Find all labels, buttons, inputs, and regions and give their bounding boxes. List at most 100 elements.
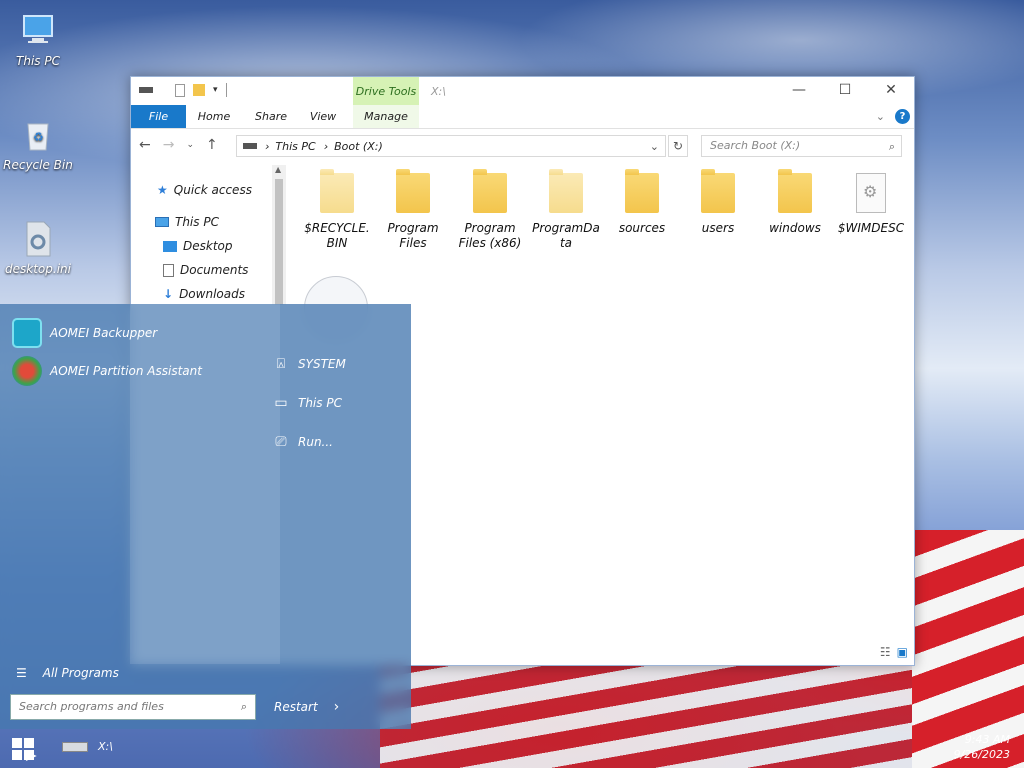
nav-item-desktop[interactable]: Desktop bbox=[163, 239, 233, 253]
start-search-input[interactable]: Search programs and files ⌕ bbox=[10, 694, 256, 720]
start-item-this-pc[interactable]: ▭ This PC bbox=[272, 395, 342, 411]
monitor-icon bbox=[155, 217, 169, 227]
program-label: AOMEI Backupper bbox=[50, 326, 158, 340]
nav-item-this-pc[interactable]: This PC bbox=[155, 215, 219, 229]
clock-time: 9:43 AM bbox=[964, 733, 1010, 746]
desktop-icon-label: Recycle Bin bbox=[3, 158, 73, 172]
file-item[interactable]: windows bbox=[759, 169, 831, 236]
quick-access-toolbar: ▾ bbox=[139, 83, 227, 97]
file-item[interactable]: sources bbox=[606, 169, 678, 236]
file-label: ProgramDa ta bbox=[532, 221, 600, 250]
tab-view[interactable]: View bbox=[303, 105, 343, 128]
drive-icon[interactable] bbox=[139, 87, 153, 93]
breadcrumb-this-pc[interactable]: This PC bbox=[275, 140, 315, 153]
restart-button[interactable]: Restart › bbox=[274, 699, 339, 715]
large-icons-view-icon[interactable]: ▣ bbox=[897, 645, 908, 659]
recycle-bin-icon: ♻ bbox=[27, 123, 49, 151]
star-icon: ★ bbox=[157, 183, 168, 197]
file-item[interactable]: Program Files bbox=[377, 169, 449, 251]
start-item-run[interactable]: ⎚ Run... bbox=[272, 434, 333, 450]
file-label: Program Files (x86) bbox=[458, 221, 522, 250]
system-file-icon bbox=[856, 173, 886, 213]
file-label: $RECYCLE. BIN bbox=[304, 221, 370, 250]
file-label: $WIMDESC bbox=[837, 221, 905, 235]
scroll-up-icon[interactable]: ▲ bbox=[275, 165, 281, 174]
minimize-button[interactable]: — bbox=[776, 77, 822, 105]
folder-icon bbox=[778, 169, 812, 213]
all-programs-button[interactable]: ☰ All Programs bbox=[16, 666, 119, 680]
help-icon[interactable]: ? bbox=[895, 109, 910, 124]
title-bar: ▾ Drive Tools X:\ — ☐ ✕ bbox=[131, 77, 914, 105]
file-item[interactable]: $RECYCLE. BIN bbox=[301, 169, 373, 251]
file-label: sources bbox=[618, 221, 666, 235]
tab-manage[interactable]: Manage bbox=[353, 105, 419, 128]
desktop-folder-icon bbox=[163, 240, 177, 252]
taskbar-item-label: X:\ bbox=[98, 740, 113, 753]
folder-icon bbox=[320, 169, 354, 213]
refresh-button[interactable]: ↻ bbox=[668, 135, 688, 157]
expand-ribbon-icon[interactable]: ⌄ bbox=[876, 110, 885, 123]
nav-pane-scrollbar[interactable]: ▲ bbox=[272, 165, 286, 305]
search-placeholder: Search Boot (X:) bbox=[710, 139, 801, 152]
file-item[interactable]: Program Files (x86) bbox=[454, 169, 526, 251]
list-icon: ☰ bbox=[16, 666, 27, 680]
details-view-icon[interactable]: ☷ bbox=[880, 645, 891, 659]
view-toggle: ☷ ▣ bbox=[880, 645, 908, 659]
mouse-cursor-icon: ➤ bbox=[24, 746, 38, 765]
file-item[interactable]: ProgramDa ta bbox=[530, 169, 602, 251]
folder-icon bbox=[396, 169, 430, 213]
tab-home[interactable]: Home bbox=[193, 105, 235, 128]
taskbar-item-explorer[interactable]: X:\ bbox=[62, 740, 113, 753]
customize-dropdown-icon[interactable]: ▾ bbox=[213, 85, 218, 95]
search-icon: ⌕ bbox=[240, 700, 247, 713]
program-aomei-backupper[interactable]: AOMEI Backupper bbox=[12, 318, 157, 348]
start-item-system[interactable]: ⍓ SYSTEM bbox=[272, 356, 346, 372]
forward-arrow-icon[interactable]: → bbox=[163, 137, 175, 153]
back-arrow-icon[interactable]: ← bbox=[139, 137, 151, 153]
program-aomei-partition-assistant[interactable]: AOMEI Partition Assistant bbox=[12, 356, 202, 386]
search-input[interactable]: Search Boot (X:) ⌕ bbox=[701, 135, 902, 157]
nav-item-downloads[interactable]: ↓ Downloads bbox=[163, 287, 245, 301]
address-dropdown-icon[interactable]: ⌄ bbox=[650, 140, 659, 153]
folder-icon bbox=[473, 169, 507, 213]
drive-icon bbox=[62, 741, 88, 752]
desktop-icon-desktop-ini[interactable]: desktop.ini bbox=[0, 218, 76, 276]
window-title: X:\ bbox=[431, 85, 446, 98]
folder-icon[interactable] bbox=[193, 84, 205, 96]
documents-icon bbox=[163, 263, 174, 277]
nav-item-documents[interactable]: Documents bbox=[163, 263, 248, 277]
address-bar[interactable]: › This PC › Boot (X:) ⌄ bbox=[236, 135, 666, 157]
breadcrumb-current[interactable]: Boot (X:) bbox=[334, 140, 383, 153]
desktop-icon-recycle-bin[interactable]: ♻ Recycle Bin bbox=[0, 114, 76, 172]
file-item[interactable]: users bbox=[682, 169, 754, 236]
nav-item-quick-access[interactable]: ★ Quick access bbox=[157, 183, 252, 197]
folder-icon bbox=[625, 169, 659, 213]
new-document-icon[interactable] bbox=[175, 83, 185, 97]
svg-text:♻: ♻ bbox=[33, 130, 44, 144]
maximize-button[interactable]: ☐ bbox=[822, 77, 868, 105]
up-arrow-icon[interactable]: ↑ bbox=[206, 137, 218, 153]
run-icon: ⎚ bbox=[275, 434, 287, 450]
recent-locations-icon[interactable]: ⌄ bbox=[186, 140, 194, 150]
address-row: ← → ⌄ ↑ › This PC › Boot (X:) ⌄ ↻ Search… bbox=[131, 129, 914, 163]
file-label: Program Files bbox=[387, 221, 439, 250]
desktop-icon-this-pc[interactable]: This PC bbox=[0, 10, 76, 68]
aomei-backupper-icon bbox=[12, 318, 42, 348]
program-label: AOMEI Partition Assistant bbox=[50, 364, 202, 378]
settings-file-icon bbox=[26, 221, 51, 257]
user-folder-icon: ⍓ bbox=[276, 356, 286, 372]
close-button[interactable]: ✕ bbox=[868, 77, 914, 105]
clock-date: 9/26/2023 bbox=[953, 748, 1010, 761]
taskbar: ➤ X:\ 9:43 AM 9/26/2023 bbox=[0, 730, 1024, 768]
file-item[interactable]: $WIMDESC bbox=[835, 173, 907, 236]
nav-item-label: Desktop bbox=[183, 239, 233, 253]
chevron-right-icon[interactable]: › bbox=[334, 699, 340, 715]
folder-icon bbox=[701, 169, 735, 213]
start-item-label: SYSTEM bbox=[298, 357, 346, 371]
tab-share[interactable]: Share bbox=[249, 105, 293, 128]
tab-file[interactable]: File bbox=[131, 105, 186, 128]
scrollbar-thumb[interactable] bbox=[275, 179, 283, 305]
system-clock[interactable]: 9:43 AM 9/26/2023 bbox=[954, 732, 1010, 762]
drive-icon bbox=[243, 143, 257, 149]
download-arrow-icon: ↓ bbox=[163, 287, 174, 301]
